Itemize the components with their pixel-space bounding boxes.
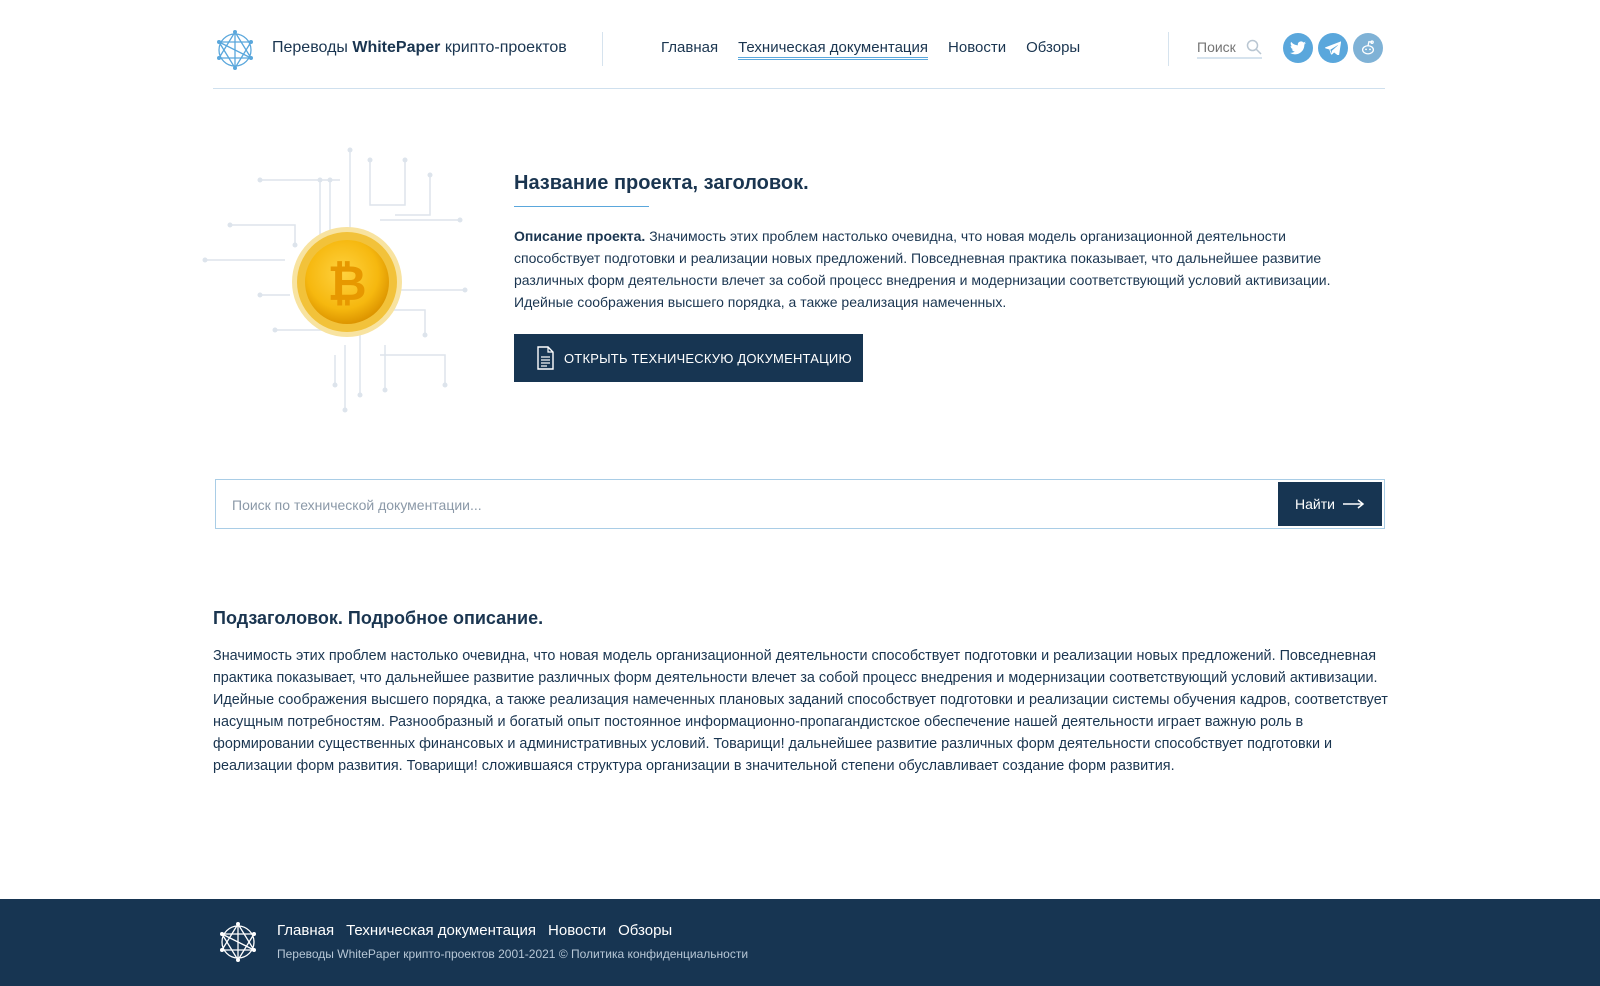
nav-item-tech-docs[interactable]: Техническая документация xyxy=(738,39,929,60)
footer-nav-home[interactable]: Главная xyxy=(277,922,334,939)
copyright-text: Переводы WhitePaper крипто-проектов 2001… xyxy=(277,947,568,961)
bitcoin-icon: ₿ xyxy=(292,227,402,337)
network-logo-icon[interactable] xyxy=(213,28,257,72)
footer-copyright: Переводы WhitePaper крипто-проектов 2001… xyxy=(277,947,748,961)
find-label: Найти xyxy=(1295,496,1335,512)
doc-search-input[interactable] xyxy=(230,480,1244,530)
details-title: Подзаголовок. Подробное описание. xyxy=(213,608,544,628)
description-label: Описание проекта. xyxy=(514,228,646,244)
project-title: Название проекта, заголовок. xyxy=(514,172,809,194)
footer-nav: Главная Техническая документация Новости… xyxy=(277,922,672,939)
nav-item-home[interactable]: Главная xyxy=(661,39,718,60)
footer-nav-reviews[interactable]: Обзоры xyxy=(618,922,672,939)
bitcoin-circuit-illustration: ₿ xyxy=(202,147,468,413)
site-footer: Главная Техническая документация Новости… xyxy=(0,899,1600,986)
divider xyxy=(1168,32,1169,66)
privacy-policy-link[interactable]: Политика конфиденциальности xyxy=(571,947,748,961)
divider xyxy=(602,32,603,66)
brand-bold: WhitePaper xyxy=(352,39,441,56)
open-docs-label: ОТКРЫТЬ ТЕХНИЧЕСКУЮ ДОКУМЕНТАЦИЮ xyxy=(564,350,852,366)
social-links xyxy=(1283,33,1383,63)
search-icon[interactable] xyxy=(1246,39,1262,55)
doc-search-bar: Найти xyxy=(215,479,1385,530)
arrow-right-icon xyxy=(1342,499,1365,509)
title-underline xyxy=(514,206,649,207)
details-text: Значимость этих проблем настолько очевид… xyxy=(213,648,1388,774)
document-icon xyxy=(537,346,554,370)
svg-text:₿: ₿ xyxy=(327,258,366,311)
project-description: Описание проекта. Значимость этих пробле… xyxy=(514,225,1374,313)
main-nav: Главная Техническая документация Новости… xyxy=(661,39,1080,60)
brand-title[interactable]: Переводы WhitePaper крипто-проектов xyxy=(272,39,567,57)
network-logo-icon[interactable] xyxy=(216,920,260,964)
header-search-input[interactable] xyxy=(1197,37,1241,57)
nav-item-news[interactable]: Новости xyxy=(948,39,1006,60)
site-header: Переводы WhitePaper крипто-проектов Глав… xyxy=(213,25,1385,89)
header-search xyxy=(1197,37,1262,59)
brand-suffix: крипто-проектов xyxy=(444,39,567,56)
nav-item-reviews[interactable]: Обзоры xyxy=(1026,39,1080,60)
reddit-icon[interactable] xyxy=(1353,33,1383,63)
footer-nav-news[interactable]: Новости xyxy=(548,922,606,939)
telegram-icon[interactable] xyxy=(1318,33,1348,63)
brand-prefix: Переводы xyxy=(272,39,348,56)
find-button[interactable]: Найти xyxy=(1278,482,1382,526)
twitter-icon[interactable] xyxy=(1283,33,1313,63)
footer-nav-tech-docs[interactable]: Техническая документация xyxy=(346,922,536,939)
open-docs-button[interactable]: ОТКРЫТЬ ТЕХНИЧЕСКУЮ ДОКУМЕНТАЦИЮ xyxy=(514,334,863,382)
